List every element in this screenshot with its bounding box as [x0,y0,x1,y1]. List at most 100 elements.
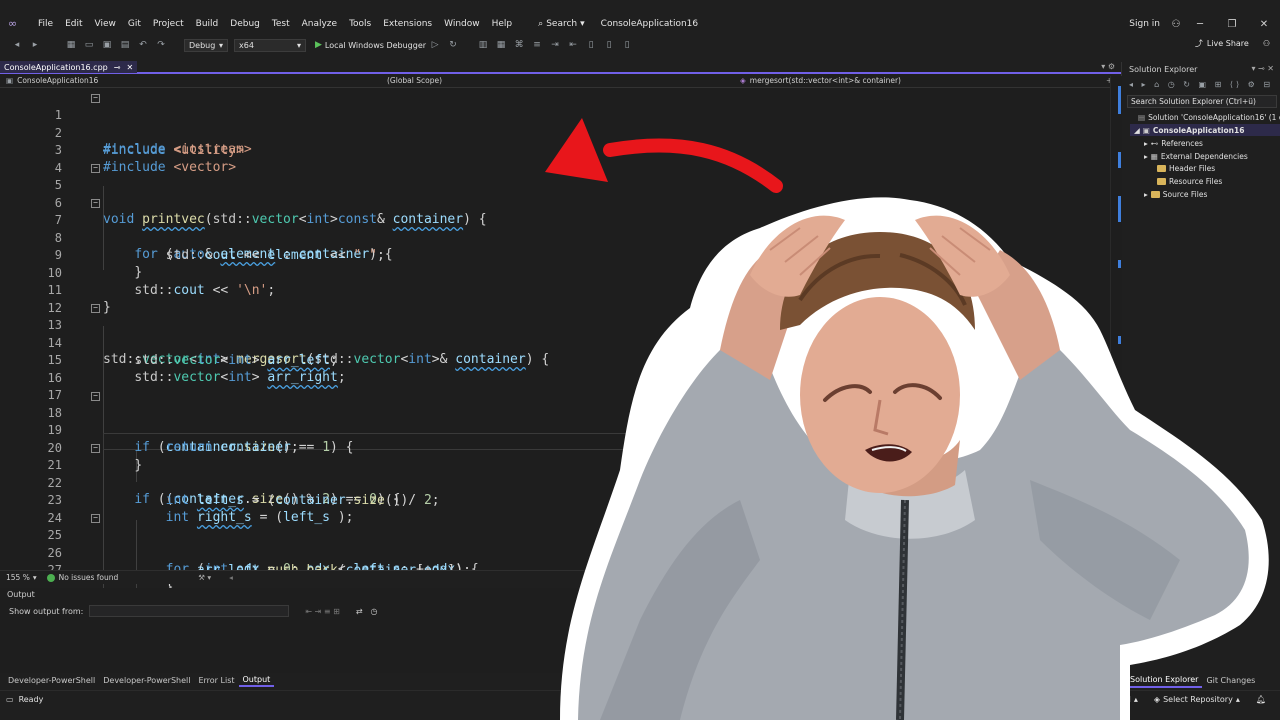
tab-developer-powershell-1[interactable]: Developer-PowerShell [4,673,99,687]
code-line: 23 int right_s = (left_s ); [0,475,1100,525]
menu-project[interactable]: Project [147,19,190,29]
forward-icon[interactable]: ▸ [28,39,42,51]
layout-icon[interactable]: ▦ [494,39,508,51]
pin-icon[interactable]: ⊸ [114,63,121,72]
open-folder-icon[interactable]: ▭ [82,39,96,51]
code-line: 20 } [0,423,1100,473]
fold-toggle[interactable]: − [91,444,100,453]
output-source-select[interactable] [89,605,290,617]
tree-resource-files[interactable]: Resource Files [1157,175,1222,187]
tab-output[interactable]: Output [238,673,275,687]
outdent-icon[interactable]: ⇤ [566,39,580,51]
code-line: 11 } [0,265,1100,315]
save-icon[interactable]: ▣ [100,39,114,51]
bookmark-icon[interactable]: ▯ [584,39,598,51]
feedback-icon[interactable]: ⚇ [1263,39,1270,48]
bookmark-prev-icon[interactable]: ▯ [602,39,616,51]
tree-external-dependencies[interactable]: ▸ ▦ External Dependencies [1144,150,1248,162]
close-tab-icon[interactable]: ✕ [126,63,133,72]
member-dropdown[interactable]: ◈ mergesort(std::vector<int>& container) [736,74,1106,88]
start-without-debugging-icon[interactable]: ▷ [428,39,442,51]
panel-options-icon[interactable]: ▾ ⊸ ✕ [1251,64,1274,73]
title-bar: ∞ File Edit View Git Project Build Debug… [0,0,1280,52]
clock-icon[interactable]: ◷ [371,607,378,616]
fold-toggle[interactable]: − [91,304,100,313]
code-map-icon[interactable]: ⌘ [512,39,526,51]
menu-help[interactable]: Help [486,19,519,29]
tree-label: Resource Files [1169,176,1223,186]
issues-status[interactable]: No issues found [59,573,119,582]
start-debugger-button[interactable]: ▶ Local Windows Debugger [315,40,426,50]
bookmark-next-icon[interactable]: ▯ [620,39,634,51]
notifications-icon[interactable]: 🔔︎ [1256,695,1266,704]
vertical-scrollbar[interactable] [1110,76,1122,576]
platform-select[interactable]: x64 ▾ [234,38,306,52]
folder-icon [1157,177,1166,185]
word-wrap-icon[interactable]: ⇄ [356,607,363,616]
project-dropdown[interactable]: ▣ ConsoleApplication16 [0,74,380,88]
configuration-select[interactable]: Debug ▾ [184,38,228,52]
repository-select[interactable]: ◈ Select Repository ▴ [1154,695,1240,704]
fold-toggle[interactable]: − [91,199,100,208]
menu-debug[interactable]: Debug [224,19,266,29]
tab-consoleapplication16-cpp[interactable]: ConsoleApplication16.cpp ⊸ ✕ [0,61,138,73]
back-icon[interactable]: ◂ [10,39,24,51]
tab-developer-powershell-2[interactable]: Developer-PowerShell [99,673,194,687]
scope-dropdown[interactable]: (Global Scope) [380,74,736,88]
menu-build[interactable]: Build [190,19,225,29]
code-area[interactable]: 1 − #include <iostream> 2 #include <util… [0,90,1110,626]
chevron-down-icon: ◢ [1134,125,1140,135]
toggle-comment-icon[interactable]: ≡ [530,39,544,51]
menu-git[interactable]: Git [122,19,147,29]
menu-extensions[interactable]: Extensions [377,19,438,29]
indent-icon[interactable]: ⇥ [548,39,562,51]
tree-header-files[interactable]: Header Files [1157,162,1215,174]
tree-solution[interactable]: ▤ Solution 'ConsoleApplication16' (1 o [1138,111,1280,123]
solution-search-input[interactable]: Search Solution Explorer (Ctrl+ü) [1127,95,1277,108]
menu-file[interactable]: File [32,19,59,29]
tab-overflow-icon[interactable]: ▾ ⚙ [1101,62,1115,71]
sign-in-link[interactable]: Sign in [1129,19,1160,29]
minimize-icon[interactable]: ─ [1184,19,1216,30]
undo-icon[interactable]: ↶ [136,39,150,51]
folder-icon [1150,190,1160,198]
code-line: 19 return container; [0,405,1100,455]
menu-test[interactable]: Test [266,19,296,29]
refresh-icon[interactable]: ↻ [446,39,460,51]
code-cleanup-icon[interactable]: ⚒ ▾ [198,573,211,582]
visual-studio-logo-icon[interactable]: ∞ [8,18,22,30]
chevron-up-icon: ▴ [1133,694,1138,704]
scroll-left-icon[interactable]: ◂ [229,573,233,582]
menu-tools[interactable]: Tools [343,19,377,29]
browser-icon[interactable]: ▥ [476,39,490,51]
save-all-icon[interactable]: ▤ [118,39,132,51]
account-icon[interactable]: ⚇ [1168,19,1184,30]
tab-solution-explorer[interactable]: Solution Explorer [1126,674,1203,688]
fold-toggle[interactable]: − [91,94,100,103]
output-tools-icon[interactable]: ⇤ ⇥ ≡ ⊞ [305,607,339,616]
restore-icon[interactable]: ❐ [1216,19,1248,30]
menu-edit[interactable]: Edit [59,19,88,29]
fold-toggle[interactable]: − [91,514,100,523]
code-line: 4 [0,143,1100,175]
fold-toggle[interactable]: − [91,391,100,401]
menu-analyze[interactable]: Analyze [296,19,343,29]
solution-explorer-toolbar[interactable]: ◂ ▸ ⌂ ◷ ↻ ▣ ⊞ ⟨⟩ ⚙ ⊟ [1129,80,1273,89]
zoom-select[interactable]: 155 % ▾ [6,573,37,582]
tree-source-files[interactable]: ▸ Source Files [1144,188,1207,200]
tab-error-list[interactable]: Error List [194,673,238,687]
bottom-tool-tabs: Developer-PowerShell Developer-PowerShel… [0,673,1122,687]
menu-view[interactable]: View [89,19,122,29]
source-control-select[interactable]: Control ▴ [1102,695,1138,704]
fold-toggle[interactable]: − [91,164,100,173]
new-project-icon[interactable]: ▦ [64,39,78,51]
search-button[interactable]: ⌕ Search ▾ [532,19,591,29]
live-share-button[interactable]: ⤴ Live Share ⚇ [1195,38,1270,49]
close-icon[interactable]: ✕ [1248,19,1280,30]
scroll-marker [1118,196,1121,222]
tree-references[interactable]: ▸ ⊷ References [1144,137,1203,149]
menu-window[interactable]: Window [438,19,486,29]
tab-git-changes[interactable]: Git Changes [1202,674,1259,688]
redo-icon[interactable]: ↷ [154,39,168,51]
tree-project[interactable]: ◢ ▣ ConsoleApplication16 [1130,124,1280,136]
